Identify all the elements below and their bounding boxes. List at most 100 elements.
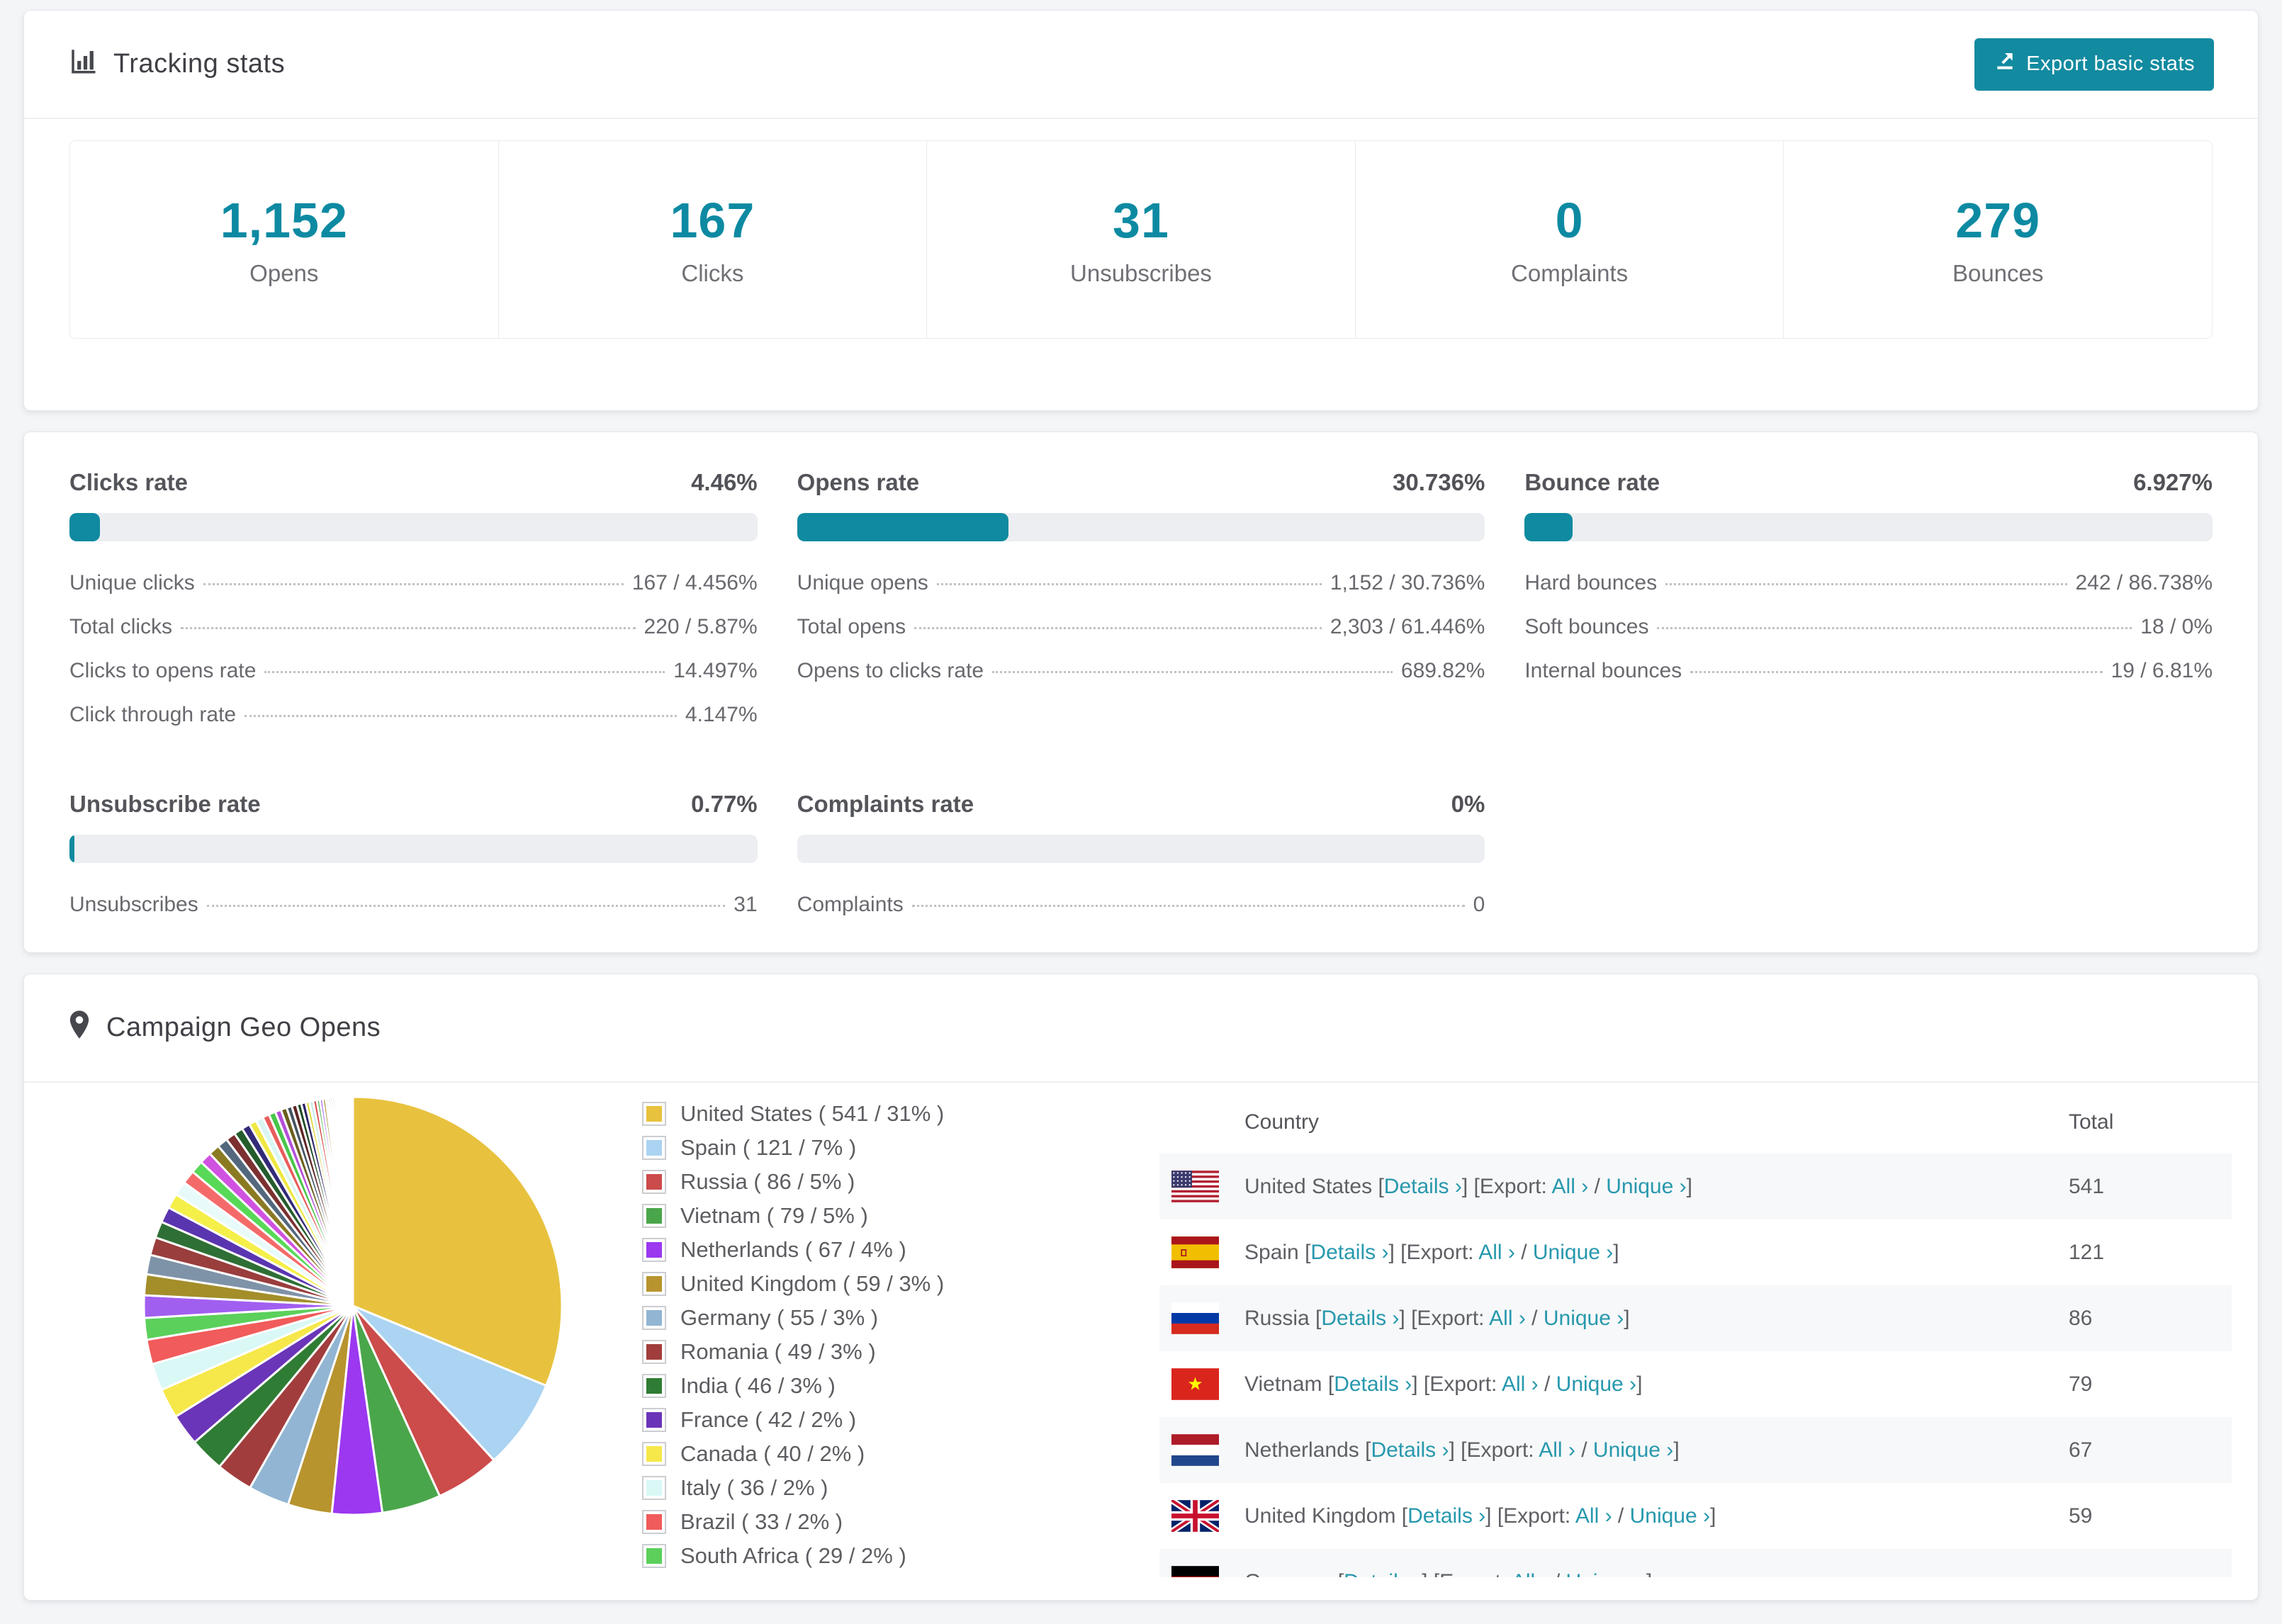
legend-swatch [642,1544,666,1568]
dotted-leader [244,715,677,717]
rate-detail-value: 242 / 86.738% [2075,571,2213,594]
dotted-leader [1665,583,2067,585]
legend-item-south-africa[interactable]: South Africa ( 29 / 2% ) [642,1543,1096,1569]
rate-value: 0% [1451,791,1485,817]
export-all-link[interactable]: All › [1575,1504,1612,1528]
legend-swatch [642,1442,666,1466]
bracket-text: ] [1646,1570,1652,1578]
legend-label: Brazil ( 33 / 2% ) [680,1509,843,1534]
details-link[interactable]: Details › [1310,1241,1388,1264]
export-all-link[interactable]: All › [1478,1241,1515,1264]
details-link[interactable]: Details › [1334,1372,1412,1396]
rate-detail-rows: Complaints 0 [797,893,1485,917]
rate-title-row: Complaints rate 0% [797,791,1485,818]
export-all-link[interactable]: All › [1512,1570,1548,1578]
legend-item-united-states[interactable]: United States ( 541 / 31% ) [642,1101,1096,1127]
legend-swatch [642,1102,666,1126]
export-unique-link[interactable]: Unique › [1566,1570,1646,1578]
details-link[interactable]: Details › [1384,1175,1462,1198]
separator-text: / [1548,1570,1566,1578]
rate-value: 30.736% [1393,469,1485,495]
total-column-header: Total [2069,1110,2114,1134]
rate-detail-label: Opens to clicks rate [797,659,984,682]
export-unique-link[interactable]: Unique › [1593,1438,1673,1462]
export-all-link[interactable]: All › [1552,1175,1589,1198]
header-divider [24,118,2258,119]
export-all-link[interactable]: All › [1539,1438,1575,1462]
rate-title: Complaints rate [797,791,974,817]
separator-text: / [1575,1438,1593,1462]
page-title: Tracking stats [113,49,286,79]
legend-item-spain[interactable]: Spain ( 121 / 7% ) [642,1135,1096,1161]
legend-item-netherlands[interactable]: Netherlands ( 67 / 4% ) [642,1237,1096,1263]
legend-label: South Africa ( 29 / 2% ) [680,1543,906,1568]
progress-bar-fill [69,835,75,863]
legend-item-romania[interactable]: Romania ( 49 / 3% ) [642,1339,1096,1365]
legend-label: Netherlands ( 67 / 4% ) [680,1237,906,1262]
pie-slice-other[interactable] [351,1095,354,1307]
legend-item-germany[interactable]: Germany ( 55 / 3% ) [642,1305,1096,1331]
export-basic-stats-button[interactable]: Export basic stats [1974,38,2214,91]
rate-detail-row: Complaints 0 [797,893,1485,917]
rate-detail-label: Click through rate [69,703,237,726]
legend-swatch [642,1136,666,1160]
map-pin-icon [68,1010,91,1047]
details-link[interactable]: Details › [1371,1438,1449,1462]
legend-swatch [642,1306,666,1330]
bracket-text: [ [1338,1570,1344,1578]
progress-bar [1524,513,2213,541]
dotted-leader [206,905,726,907]
table-row-nl: Netherlands [Details ›] [Export: All › /… [1159,1417,2232,1483]
rate-detail-label: Clicks to opens rate [69,659,257,682]
legend-label: United States ( 541 / 31% ) [680,1101,945,1126]
dotted-leader [181,627,636,629]
legend-item-vietnam[interactable]: Vietnam ( 79 / 5% ) [642,1203,1096,1229]
rates-card: Clicks rate 4.46% Unique clicks 167 / 4.456… [23,432,2259,953]
progress-bar-fill [797,513,1008,541]
country-name: United States [1244,1174,1378,1198]
rate-detail-label: Unsubscribes [69,893,198,916]
table-row-es: Spain [Details ›] [Export: All › / Uniqu… [1159,1219,2232,1285]
total-cell: 541 [2069,1174,2105,1198]
legend-item-canada[interactable]: Canada ( 40 / 2% ) [642,1441,1096,1467]
legend-item-france[interactable]: France ( 42 / 2% ) [642,1407,1096,1433]
dotted-leader [1690,671,2103,673]
details-link[interactable]: Details › [1407,1504,1485,1528]
export-unique-link[interactable]: Unique › [1544,1307,1624,1330]
export-unique-link[interactable]: Unique › [1606,1175,1686,1198]
bracket-text: ] [Export: [1485,1504,1575,1528]
dotted-leader [911,905,1465,907]
rate-detail-row: Internal bounces 19 / 6.81% [1524,659,2213,683]
stat-label: Bounces [1952,260,2044,286]
rate-group-unsubscribe-rate: Unsubscribe rate 0.77% Unsubscribes 31 [69,791,758,937]
rate-detail-value: 31 [734,893,758,916]
legend-item-india[interactable]: India ( 46 / 3% ) [642,1373,1096,1399]
rate-detail-row: Unique opens 1,152 / 30.736% [797,571,1485,595]
flag-icon-gb [1171,1500,1219,1532]
details-link[interactable]: Details › [1321,1307,1399,1330]
legend-swatch [642,1476,666,1500]
bracket-text: [ [1378,1174,1384,1198]
export-unique-link[interactable]: Unique › [1630,1504,1710,1528]
country-cell: United States [Details ›] [Export: All ›… [1244,1175,2069,1199]
export-unique-link[interactable]: Unique › [1556,1372,1636,1396]
legend-item-united-kingdom[interactable]: United Kingdom ( 59 / 3% ) [642,1271,1096,1297]
export-all-link[interactable]: All › [1489,1307,1526,1330]
country-cell: Germany [Details ›] [Export: All › / Uni… [1244,1570,2069,1578]
export-unique-link[interactable]: Unique › [1533,1241,1613,1264]
rate-detail-label: Unique clicks [69,571,195,594]
legend-label: France ( 42 / 2% ) [680,1407,857,1432]
legend-item-brazil[interactable]: Brazil ( 33 / 2% ) [642,1509,1096,1535]
bracket-text: ] [1613,1240,1619,1264]
separator-text: / [1525,1306,1544,1330]
export-all-link[interactable]: All › [1502,1372,1539,1396]
dotted-leader [1657,627,2132,629]
legend-item-russia[interactable]: Russia ( 86 / 5% ) [642,1169,1096,1195]
country-cell: Vietnam [Details ›] [Export: All › / Uni… [1244,1372,2069,1397]
rate-detail-value: 4.147% [685,703,758,726]
details-link[interactable]: Details › [1344,1570,1422,1578]
legend-item-italy[interactable]: Italy ( 36 / 2% ) [642,1475,1096,1501]
legend-swatch [642,1272,666,1296]
summary-stat-bounces: 279 Bounces [1784,141,2212,338]
table-row-ru: Russia [Details ›] [Export: All › / Uniq… [1159,1285,2232,1351]
